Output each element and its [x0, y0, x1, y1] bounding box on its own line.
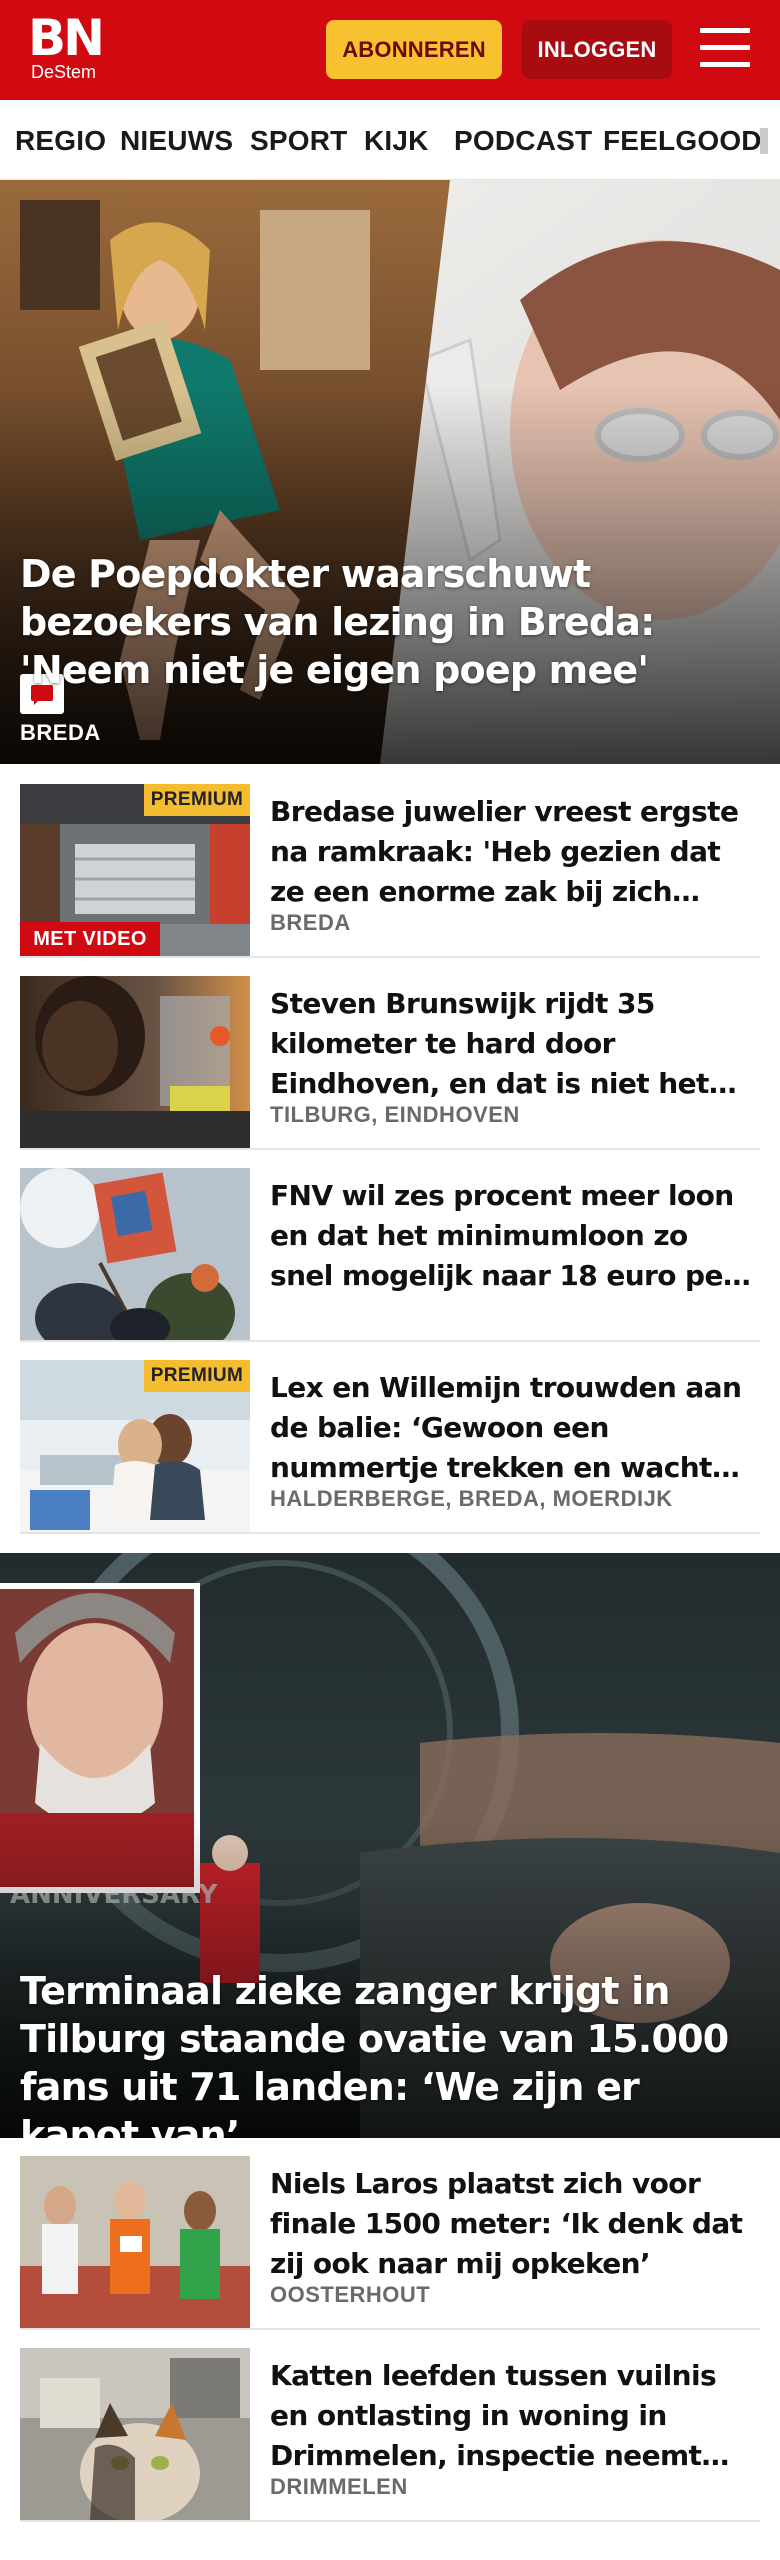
article-thumbnail: PREMIUM MET VIDEO	[20, 784, 250, 956]
nav-item-nieuws[interactable]: NIEUWS	[120, 126, 233, 156]
section-nav: REGIO NIEUWS SPORT KIJK PODCAST FEELGOOD	[0, 100, 780, 180]
site-header: BN DeStem ABONNEREN INLOGGEN	[0, 0, 780, 100]
nav-item-sport[interactable]: SPORT	[250, 126, 347, 156]
article-location: DRIMMELEN	[270, 2474, 408, 2499]
hero-title[interactable]: De Poepdokter waarschuwt bezoekers van l…	[20, 550, 760, 694]
article-title[interactable]: Katten leefden tussen vuilnis en ontlast…	[270, 2356, 758, 2476]
list-item[interactable]: FNV wil zes procent meer loon en dat het…	[20, 1168, 760, 1342]
article-location: TILBURG, EINDHOVEN	[270, 1102, 520, 1127]
article-location: BREDA	[270, 910, 351, 935]
list-item[interactable]: Niels Laros plaatst zich voor finale 150…	[20, 2156, 760, 2330]
logo-bn-text: BN	[28, 9, 105, 67]
nav-item-feelgood[interactable]: FEELGOOD	[603, 126, 762, 156]
hero-location-tag: BREDA	[20, 720, 101, 745]
list-item[interactable]: Steven Brunswijk rijdt 35 kilometer te h…	[20, 976, 760, 1150]
video-badge: MET VIDEO	[20, 922, 160, 956]
premium-badge: PREMIUM	[144, 1360, 250, 1392]
article-location: HALDERBERGE, BREDA, MOERDIJK	[270, 1486, 673, 1511]
list-item[interactable]: Katten leefden tussen vuilnis en ontlast…	[20, 2348, 760, 2522]
nav-overflow-indicator	[760, 128, 768, 154]
nav-item-podcast[interactable]: PODCAST	[454, 126, 592, 156]
login-button[interactable]: INLOGGEN	[522, 20, 672, 79]
article-thumbnail	[20, 1168, 250, 1340]
hero-title[interactable]: Terminaal zieke zanger krijgt in Tilburg…	[20, 1967, 760, 2138]
article-title[interactable]: FNV wil zes procent meer loon en dat het…	[270, 1176, 758, 1296]
hamburger-menu-icon[interactable]	[700, 26, 752, 72]
nav-item-regio[interactable]: REGIO	[15, 126, 106, 156]
premium-badge: PREMIUM	[144, 784, 250, 816]
site-logo[interactable]: BN DeStem	[28, 9, 114, 82]
article-thumbnail	[20, 2348, 250, 2520]
nav-item-kijk[interactable]: KIJK	[364, 126, 429, 156]
article-title[interactable]: Lex en Willemijn trouwden aan de balie: …	[270, 1368, 758, 1488]
article-title[interactable]: Bredase juwelier vreest ergste na ramkra…	[270, 792, 758, 912]
article-thumbnail	[20, 2156, 250, 2328]
article-location: OOSTERHOUT	[270, 2282, 431, 2307]
article-thumbnail	[20, 976, 250, 1148]
hero-article-poepdokter[interactable]: De Poepdokter waarschuwt bezoekers van l…	[0, 180, 780, 764]
article-thumbnail: PREMIUM	[20, 1360, 250, 1532]
hero-article-zanger[interactable]: ANNIVERSARY Terminaal zieke zanger krijg…	[0, 1553, 780, 2138]
list-item[interactable]: PREMIUM MET VIDEO Bredase juwelier vrees…	[20, 784, 760, 958]
article-title[interactable]: Steven Brunswijk rijdt 35 kilometer te h…	[270, 984, 758, 1104]
list-item[interactable]: PREMIUM Lex en Willemijn trouwden aan de…	[20, 1360, 760, 1534]
subscribe-button[interactable]: ABONNEREN	[326, 20, 502, 79]
article-title[interactable]: Niels Laros plaatst zich voor finale 150…	[270, 2164, 758, 2284]
